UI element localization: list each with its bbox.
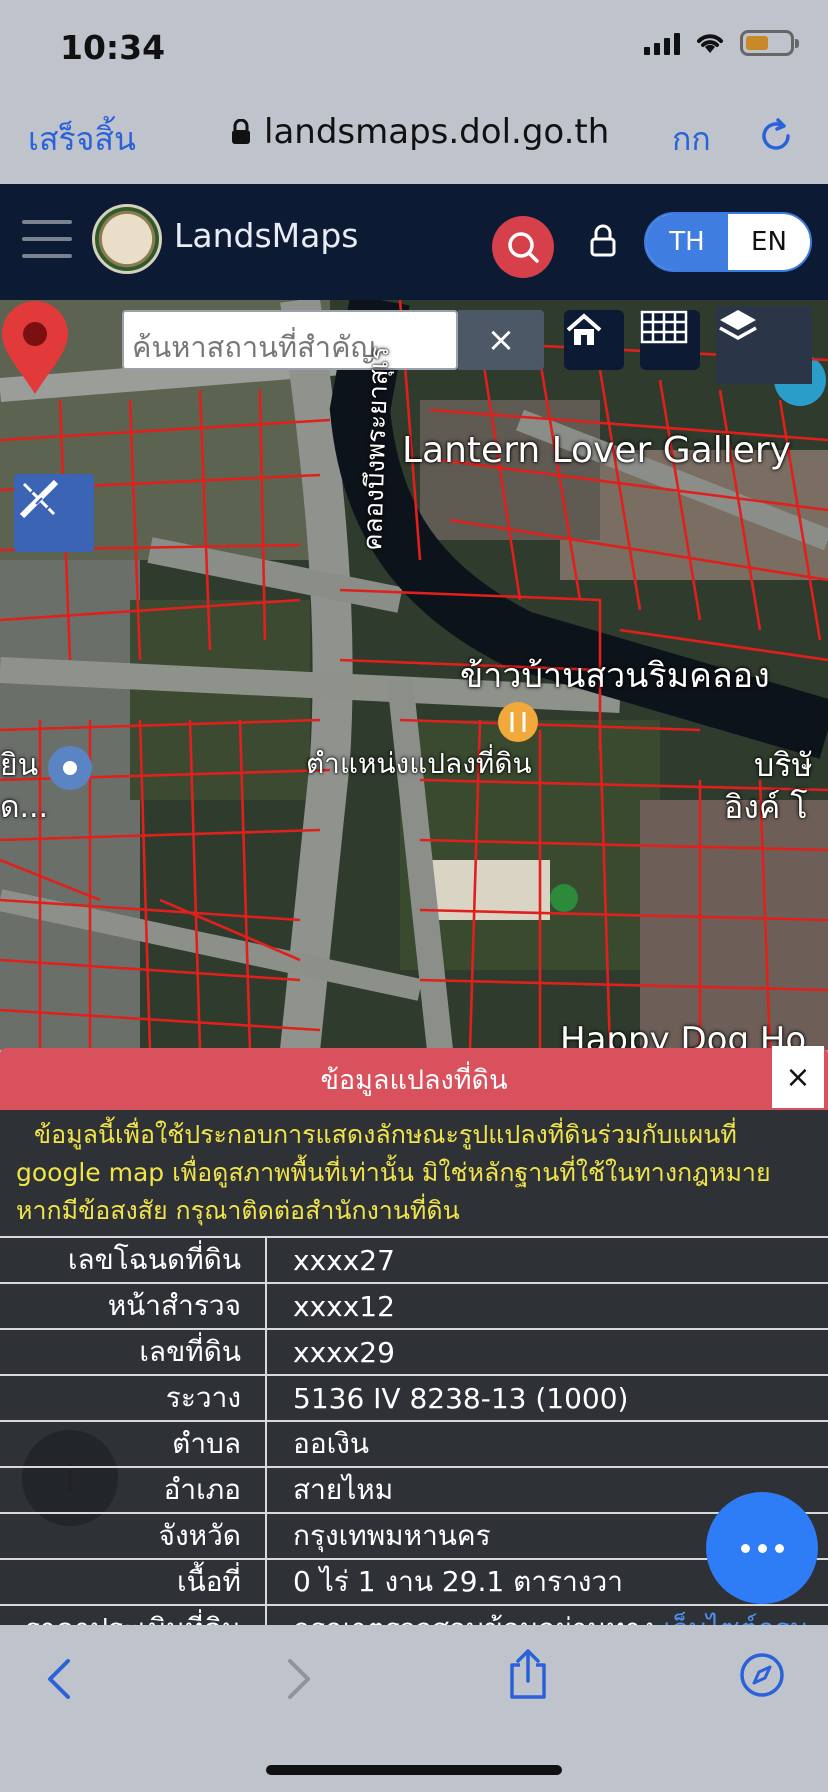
more-dots-icon: [740, 1543, 750, 1553]
share-icon[interactable]: [504, 1647, 552, 1701]
login-lock-icon[interactable]: [588, 224, 618, 258]
row-value-with-link: กรุณาตรวจสอบข้อมูลผ่านทาง เว็บไซต์กรม: [266, 1604, 828, 1626]
row-label: หน้าสำรวจ: [0, 1282, 267, 1329]
more-options-button[interactable]: [706, 1492, 818, 1604]
table-row: เนื้อที่ 0 ไร่ 1 งาน 29.1 ตารางวา: [0, 1558, 828, 1605]
row-label: อำเภอ: [0, 1466, 267, 1513]
cellular-signal-icon: [644, 31, 680, 55]
row-label: เลขที่ดิน: [0, 1328, 267, 1375]
table-row: เลขโฉนดที่ดิน xxxx27: [0, 1236, 828, 1283]
search-icon: [508, 232, 539, 263]
text-size-button[interactable]: กก: [672, 114, 711, 165]
compass-icon[interactable]: [738, 1651, 786, 1699]
app-header: LandsMaps TH EN: [0, 184, 828, 300]
parcel-info-table: เลขโฉนดที่ดิน xxxx27 หน้าสำรวจ xxxx12 เล…: [0, 1236, 828, 1625]
battery-icon: [740, 30, 799, 56]
done-button[interactable]: เสร็จสิ้น: [28, 114, 136, 165]
map-label-left-b: ด...: [0, 790, 49, 825]
row-label: เนื้อที่: [0, 1558, 267, 1605]
map-label-right-b: อิงค์ โ: [724, 788, 808, 826]
parcel-location-pin-icon: [2, 301, 68, 394]
landmark-search-input[interactable]: ค้นหาสถานที่สำคัญ: [122, 310, 458, 370]
lang-th-option[interactable]: TH: [646, 214, 728, 270]
home-icon: [566, 313, 602, 345]
back-icon[interactable]: [40, 1655, 80, 1703]
status-bar: 10:34: [0, 0, 828, 96]
brand-name: LandsMaps: [174, 216, 359, 255]
row-label: ระวาง: [0, 1374, 267, 1421]
row-value: xxxx12: [266, 1282, 828, 1329]
parcel-panel-title: ข้อมูลแปลงที่ดิน: [320, 1064, 508, 1096]
reload-icon[interactable]: [756, 116, 796, 156]
map-label-happy: Happy Dog Ho: [560, 1020, 807, 1050]
forward-icon[interactable]: [278, 1655, 318, 1703]
table-row: จังหวัด กรุงเทพมหานคร: [0, 1512, 828, 1559]
layers-icon: [719, 310, 757, 341]
satellite-map[interactable]: ค้นหาสถานที่สำคัญ × Lantern Lover Galler…: [0, 300, 828, 1050]
close-panel-button[interactable]: ×: [772, 1046, 824, 1108]
menu-icon[interactable]: [22, 220, 72, 258]
status-time: 10:34: [60, 28, 166, 67]
search-button[interactable]: [492, 216, 554, 278]
lang-en-option[interactable]: EN: [728, 214, 810, 270]
table-row: ตำบล ออเงิน: [0, 1420, 828, 1467]
lock-icon: [232, 119, 250, 144]
table-row: ราคาประเมินที่ดิน กรุณาตรวจสอบข้อมูลผ่าน…: [0, 1604, 828, 1626]
measure-tool-button[interactable]: [14, 474, 94, 552]
home-indicator: [266, 1765, 562, 1775]
row-label: ตำบล: [0, 1420, 267, 1467]
table-row: เลขที่ดิน xxxx29: [0, 1328, 828, 1375]
row-value: xxxx29: [266, 1328, 828, 1375]
row-label: ราคาประเมินที่ดิน: [0, 1604, 267, 1625]
row-value: xxxx27: [266, 1236, 828, 1283]
row-value: 5136 IV 8238-13 (1000): [266, 1374, 828, 1421]
row-value: กรุณาตรวจสอบข้อมูลผ่านทาง: [293, 1612, 654, 1626]
map-label-canal: คลองบึงพระยาสุเร: [357, 345, 396, 552]
table-row: ระวาง 5136 IV 8238-13 (1000): [0, 1374, 828, 1421]
layers-button[interactable]: [716, 306, 812, 384]
browser-address-bar: เสร็จสิ้น landsmaps.dol.go.th กก: [0, 96, 828, 184]
dol-website-link[interactable]: เว็บไซต์กรม: [663, 1612, 808, 1626]
grid-icon: [640, 310, 688, 344]
map-label-gallery: Lantern Lover Gallery: [402, 430, 791, 471]
ruler-pencil-icon: [19, 479, 59, 519]
parcel-info-panel: ข้อมูลนี้เพื่อใช้ประกอบการแสดงลักษณะรูปแ…: [0, 1110, 828, 1625]
wifi-icon: [697, 34, 723, 53]
table-row: อำเภอ สายไหม: [0, 1466, 828, 1513]
search-clear-button[interactable]: ×: [458, 310, 544, 370]
url-text: landsmaps.dol.go.th: [264, 112, 610, 152]
language-toggle[interactable]: TH EN: [644, 212, 812, 272]
status-icons: [644, 30, 799, 56]
row-label: เลขโฉนดที่ดิน: [0, 1236, 267, 1283]
url-field[interactable]: landsmaps.dol.go.th: [230, 112, 609, 152]
table-row: หน้าสำรวจ xxxx12: [0, 1282, 828, 1329]
map-label-parcel-position: ตำแหน่งแปลงที่ดิน: [306, 747, 532, 780]
parcel-panel-header: ข้อมูลแปลงที่ดิน: [0, 1048, 828, 1110]
row-label: จังหวัด: [0, 1512, 267, 1559]
grid-button[interactable]: [640, 310, 700, 370]
row-value: ออเงิน: [266, 1420, 828, 1467]
dol-logo: [92, 204, 162, 274]
map-label-restaurant: ข้าวบ้านสวนริมคลอง: [460, 656, 770, 696]
map-label-left-a: ยิน: [0, 748, 39, 783]
home-button[interactable]: [564, 310, 624, 370]
disclaimer-text: ข้อมูลนี้เพื่อใช้ประกอบการแสดงลักษณะรูปแ…: [16, 1120, 771, 1225]
